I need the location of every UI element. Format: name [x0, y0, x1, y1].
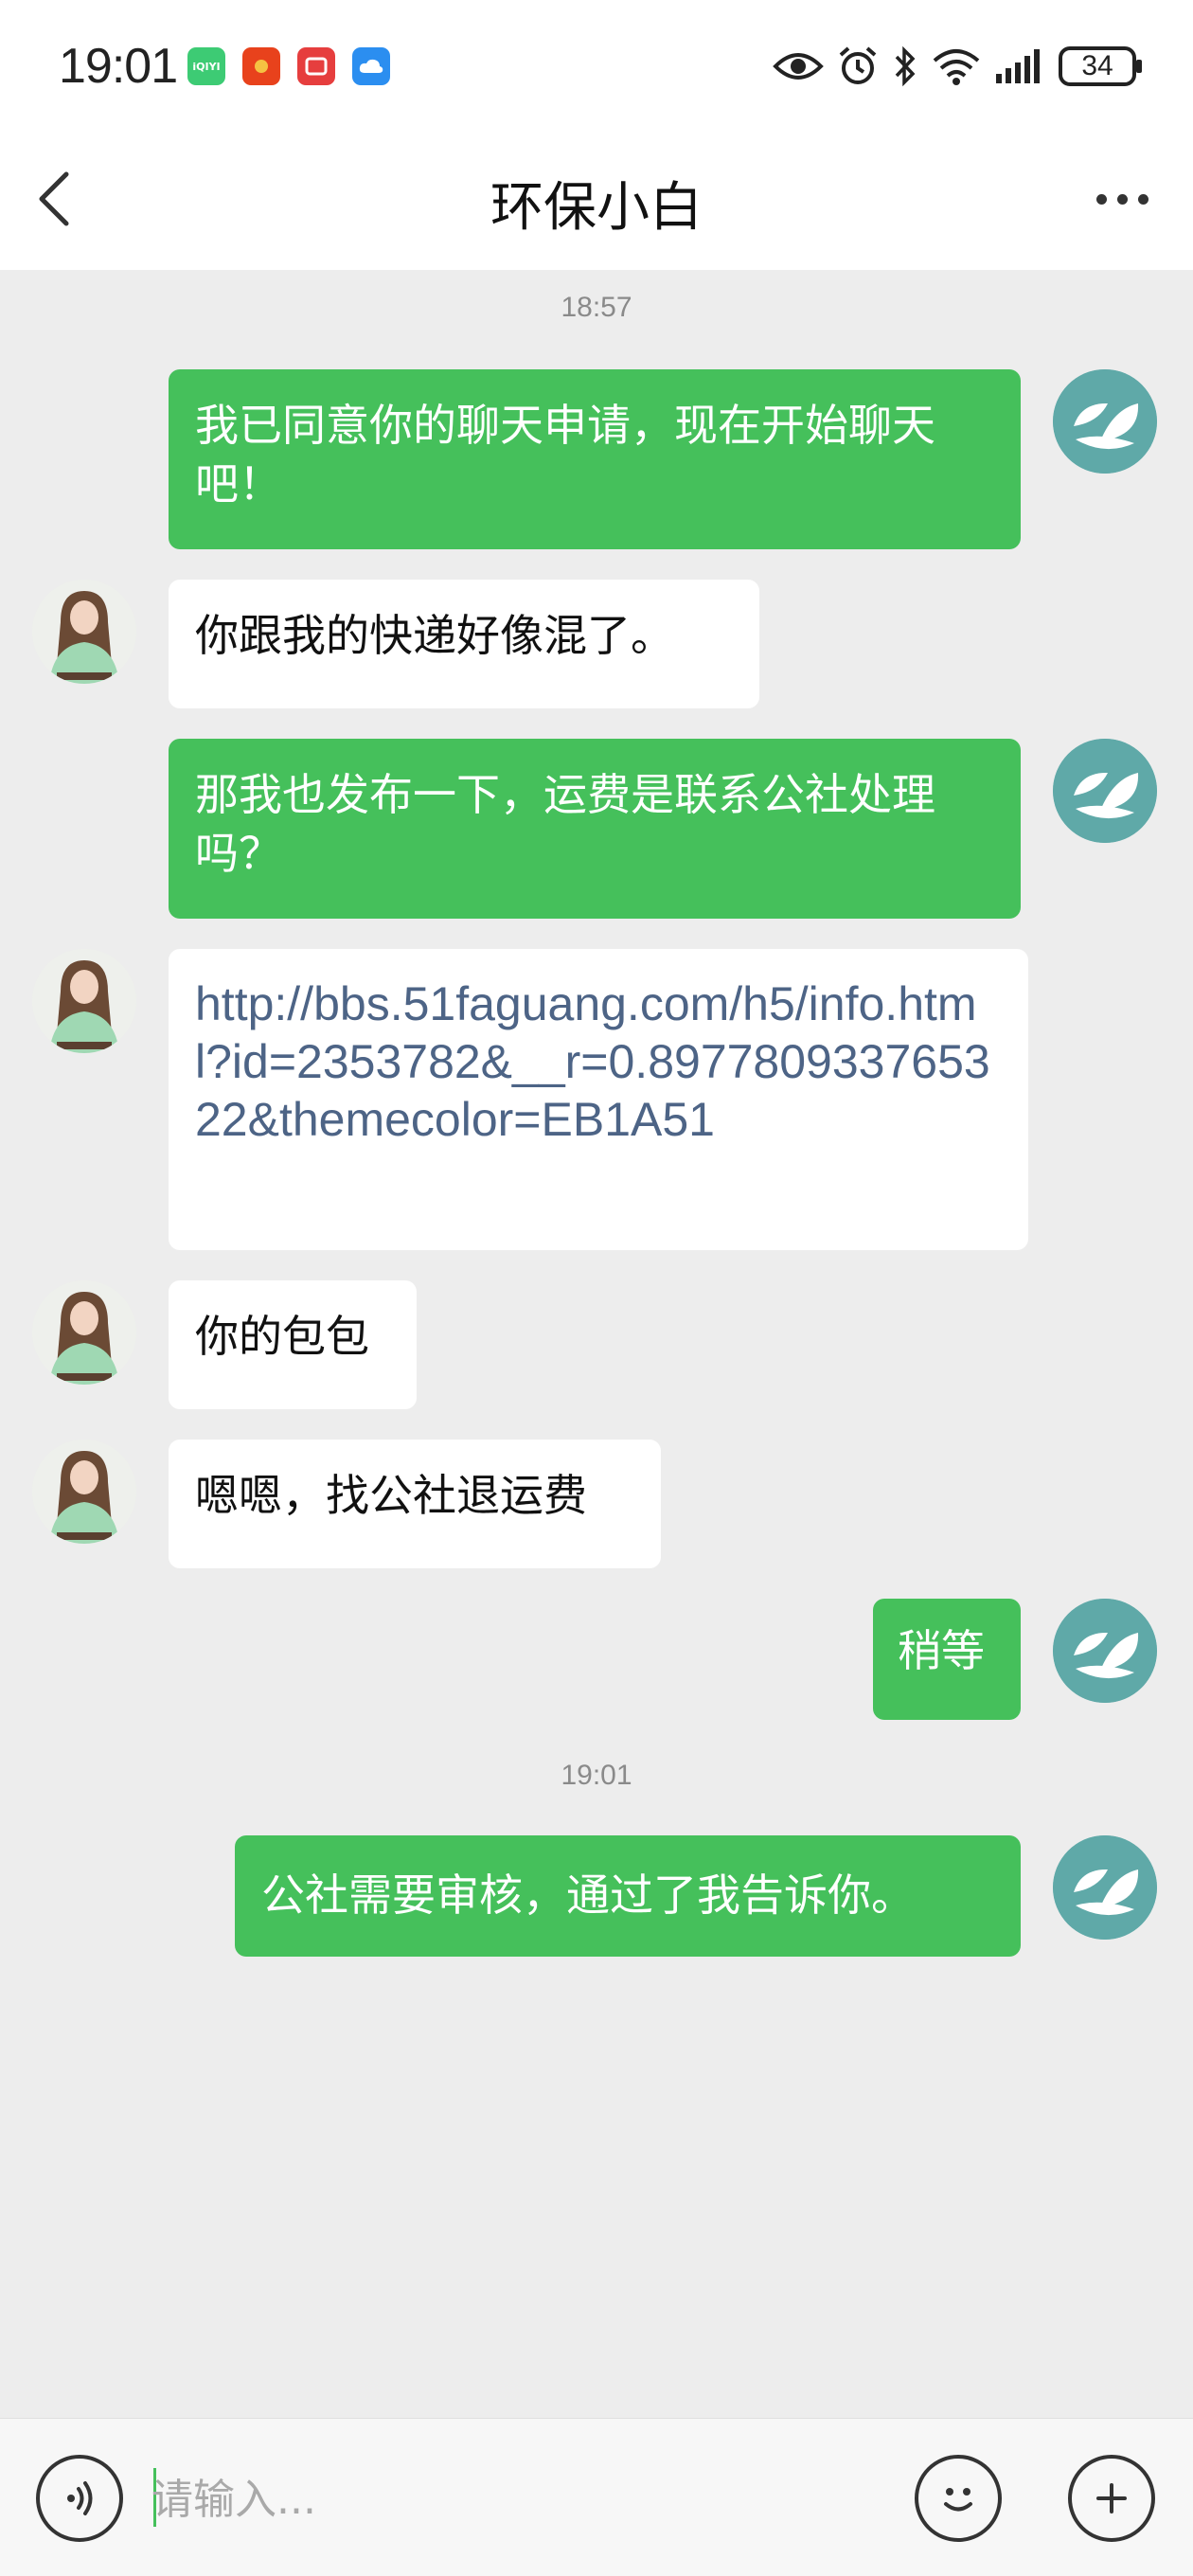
status-time: 19:01	[59, 39, 178, 94]
incoming-message[interactable]: 嗯嗯，找公社退运费	[169, 1440, 661, 1568]
eye-icon	[773, 53, 824, 80]
battery-level: 34	[1081, 50, 1113, 81]
signal-icon	[996, 49, 1040, 83]
outgoing-message[interactable]: 公社需要审核，通过了我告诉你。	[235, 1835, 1021, 1957]
voice-input-button[interactable]	[36, 2455, 123, 2542]
red-app-icon	[297, 47, 335, 85]
message-timestamp: 19:01	[561, 1760, 632, 1791]
red-envelope-icon	[242, 47, 280, 85]
peer-avatar[interactable]	[32, 949, 136, 1053]
peer-avatar[interactable]	[32, 1440, 136, 1544]
bluetooth-icon	[895, 45, 916, 87]
user-photo-icon	[32, 1280, 136, 1385]
more-dot-icon	[1095, 193, 1107, 205]
alarm-icon	[839, 46, 877, 84]
user-photo-icon	[32, 1440, 136, 1544]
chat-title: 环保小白	[490, 177, 703, 239]
leaf-logo-icon	[1053, 1835, 1157, 1940]
more-dot-icon	[1137, 193, 1148, 205]
leaf-logo-icon	[1053, 739, 1157, 843]
add-attachment-button[interactable]	[1068, 2455, 1155, 2542]
emoji-button[interactable]	[915, 2455, 1002, 2542]
outgoing-message[interactable]: 我已同意你的聊天申请，现在开始聊天吧！	[169, 369, 1021, 549]
link-message[interactable]: http://bbs.51faguang.com/h5/info.html?id…	[169, 949, 1028, 1250]
cloud-icon	[352, 47, 390, 85]
message-input-bar	[0, 2418, 1193, 2576]
more-dot-icon	[1116, 193, 1128, 205]
message-input[interactable]	[151, 2457, 890, 2542]
incoming-message[interactable]: 你跟我的快递好像混了。	[169, 580, 759, 708]
self-avatar[interactable]	[1053, 1835, 1157, 1940]
leaf-logo-icon	[1053, 1599, 1157, 1703]
status-indicators: 34	[773, 42, 1142, 91]
outgoing-message[interactable]: 那我也发布一下，运费是联系公社处理吗？	[169, 739, 1021, 919]
more-options-button[interactable]	[1079, 161, 1165, 237]
leaf-logo-icon	[1053, 369, 1157, 474]
self-avatar[interactable]	[1053, 739, 1157, 843]
wifi-icon	[933, 49, 980, 85]
message-timestamp: 18:57	[561, 292, 632, 323]
plus-icon	[1096, 2483, 1127, 2513]
voice-icon	[67, 2481, 93, 2515]
self-avatar[interactable]	[1053, 1599, 1157, 1703]
user-photo-icon	[32, 949, 136, 1053]
peer-avatar[interactable]	[32, 1280, 136, 1385]
outgoing-message[interactable]: 稍等	[873, 1599, 1021, 1720]
battery-icon: 34	[1059, 46, 1142, 86]
self-avatar[interactable]	[1053, 369, 1157, 474]
chat-header: 环保小白	[0, 133, 1193, 270]
user-photo-icon	[32, 580, 136, 684]
status-bar: 19:01 iQIYI 34	[0, 0, 1193, 133]
incoming-message[interactable]: 你的包包	[169, 1280, 417, 1409]
emoji-icon	[944, 2488, 972, 2512]
peer-avatar[interactable]	[32, 580, 136, 684]
iqiyi-icon: iQIYI	[187, 47, 225, 85]
